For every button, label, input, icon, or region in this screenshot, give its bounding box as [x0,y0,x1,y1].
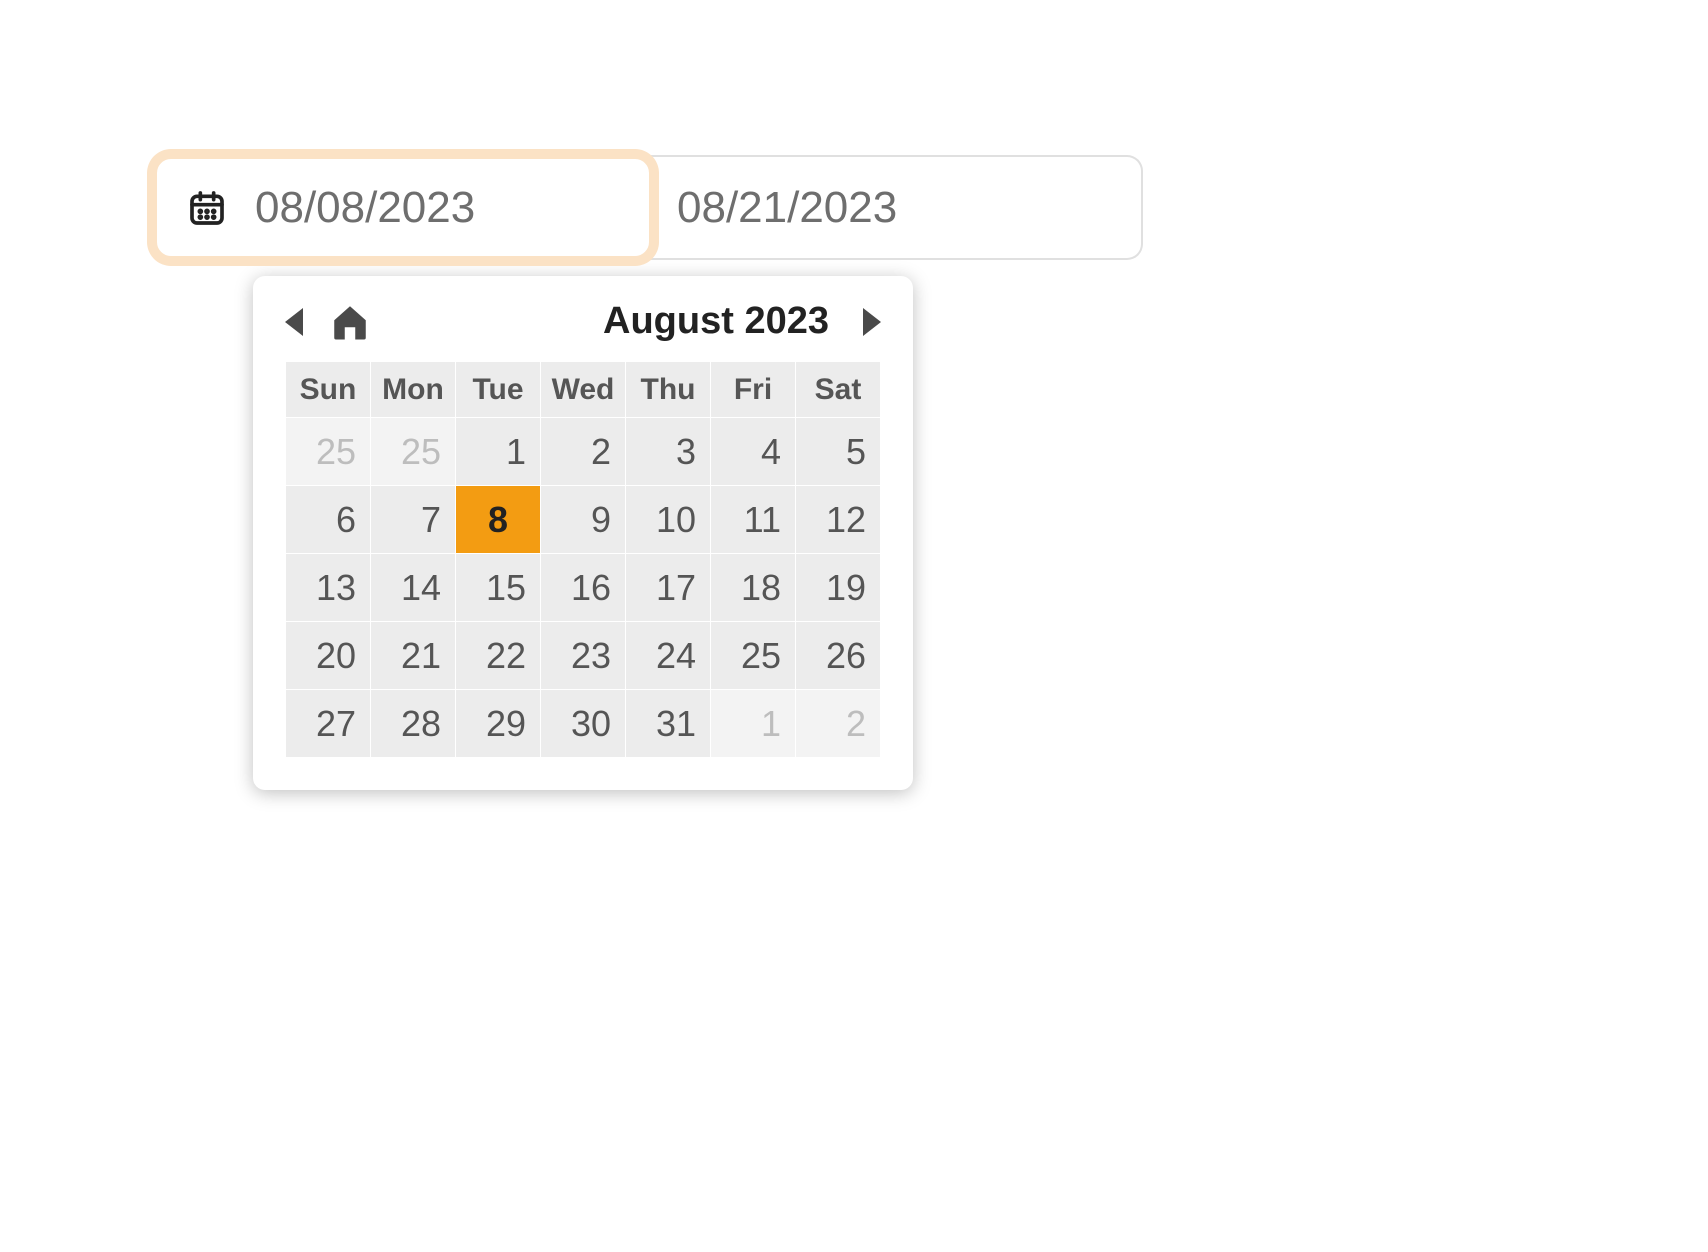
weekday-header: Mon [371,362,456,418]
weekday-header: Wed [541,362,626,418]
calendar-day[interactable]: 21 [371,622,456,690]
start-date-value: 08/08/2023 [255,183,475,233]
calendar-day[interactable]: 5 [796,418,881,486]
calendar-day[interactable]: 15 [456,554,541,622]
calendar-day[interactable]: 11 [711,486,796,554]
prev-month-button[interactable] [285,308,303,336]
calendar-day[interactable]: 2 [796,690,881,758]
calendar-day[interactable]: 28 [371,690,456,758]
calendar-day[interactable]: 27 [286,690,371,758]
month-year-label: August 2023 [603,300,829,343]
calendar-day[interactable]: 2 [541,418,626,486]
calendar-day[interactable]: 31 [626,690,711,758]
calendar-icon [187,188,227,228]
calendar-day[interactable]: 6 [286,486,371,554]
calendar-day[interactable]: 18 [711,554,796,622]
calendar-popup: August 2023 SunMonTueWedThuFriSat 252512… [253,276,913,790]
weekday-header: Sat [796,362,881,418]
home-button[interactable] [329,301,371,343]
date-range-input-group: 08/08/2023 08/21/2023 [153,155,1143,260]
calendar-header: August 2023 [285,300,881,343]
calendar-day[interactable]: 4 [711,418,796,486]
calendar-day[interactable]: 1 [711,690,796,758]
calendar-day[interactable]: 20 [286,622,371,690]
calendar-day[interactable]: 12 [796,486,881,554]
calendar-day[interactable]: 24 [626,622,711,690]
end-date-input[interactable]: 08/21/2023 [647,155,1143,260]
calendar-day[interactable]: 25 [711,622,796,690]
calendar-day[interactable]: 30 [541,690,626,758]
calendar-day[interactable]: 10 [626,486,711,554]
calendar-day[interactable]: 9 [541,486,626,554]
calendar-day[interactable]: 17 [626,554,711,622]
calendar-day[interactable]: 3 [626,418,711,486]
calendar-day[interactable]: 14 [371,554,456,622]
calendar-day[interactable]: 23 [541,622,626,690]
calendar-day[interactable]: 13 [286,554,371,622]
calendar-grid: SunMonTueWedThuFriSat 252512345678910111… [285,361,881,758]
next-month-button[interactable] [863,308,881,336]
start-date-input[interactable]: 08/08/2023 [153,155,653,260]
calendar-day[interactable]: 22 [456,622,541,690]
calendar-day[interactable]: 26 [796,622,881,690]
end-date-value: 08/21/2023 [677,183,897,233]
calendar-day[interactable]: 7 [371,486,456,554]
calendar-day[interactable]: 29 [456,690,541,758]
weekday-header: Sun [286,362,371,418]
weekday-header: Tue [456,362,541,418]
calendar-day[interactable]: 8 [456,486,541,554]
calendar-day[interactable]: 19 [796,554,881,622]
weekday-header: Fri [711,362,796,418]
calendar-day[interactable]: 1 [456,418,541,486]
weekday-header: Thu [626,362,711,418]
calendar-day[interactable]: 25 [371,418,456,486]
calendar-day[interactable]: 16 [541,554,626,622]
calendar-day[interactable]: 25 [286,418,371,486]
